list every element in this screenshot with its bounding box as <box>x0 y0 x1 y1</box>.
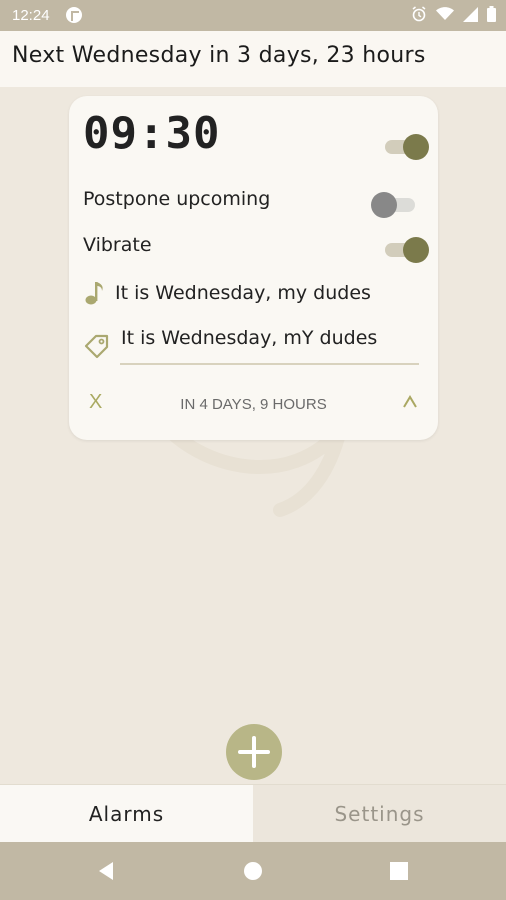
vibrate-toggle[interactable] <box>385 237 429 263</box>
postpone-toggle[interactable] <box>371 192 415 218</box>
label-underline <box>120 363 419 365</box>
nav-back-button[interactable] <box>76 842 136 900</box>
alarm-card[interactable]: 09:30 Postpone upcoming Vibrate It is We… <box>69 96 438 440</box>
recents-icon <box>390 862 408 880</box>
status-icons <box>411 6 496 22</box>
music-note-icon <box>85 282 103 305</box>
ringtone-selector[interactable]: It is Wednesday, my dudes <box>115 282 371 304</box>
collapse-chevron-icon[interactable] <box>402 394 418 410</box>
battery-icon <box>487 6 496 22</box>
home-icon <box>244 862 262 880</box>
bottom-tabs: Alarms Settings <box>0 784 506 843</box>
vibrate-label: Vibrate <box>83 234 152 256</box>
tag-icon <box>84 334 109 359</box>
status-bar: 12:24 <box>0 0 506 31</box>
wifi-icon <box>436 7 454 20</box>
next-alarm-title: Next Wednesday in 3 days, 23 hours <box>12 43 426 68</box>
nav-recents-button[interactable] <box>369 842 429 900</box>
add-alarm-button[interactable] <box>226 724 282 780</box>
tab-alarms[interactable]: Alarms <box>0 785 253 843</box>
toggle-thumb <box>371 192 397 218</box>
alarm-label-input[interactable]: It is Wednesday, mY dudes <box>121 327 377 349</box>
back-icon <box>99 862 113 880</box>
tab-settings[interactable]: Settings <box>253 785 506 843</box>
toggle-thumb <box>403 237 429 263</box>
alarm-countdown: IN 4 DAYS, 9 HOURS <box>180 396 327 413</box>
alarm-time[interactable]: 09:30 <box>83 108 220 159</box>
system-navigation-bar <box>0 842 506 900</box>
toggle-thumb <box>403 134 429 160</box>
header-bar: Next Wednesday in 3 days, 23 hours <box>0 31 506 87</box>
alarm-enabled-toggle[interactable] <box>385 134 429 160</box>
nav-home-button[interactable] <box>223 842 283 900</box>
status-time: 12:24 <box>12 7 50 24</box>
app-notification-icon <box>66 7 82 23</box>
postpone-label: Postpone upcoming <box>83 188 271 210</box>
alarm-icon <box>412 6 426 22</box>
signal-icon <box>463 6 478 22</box>
